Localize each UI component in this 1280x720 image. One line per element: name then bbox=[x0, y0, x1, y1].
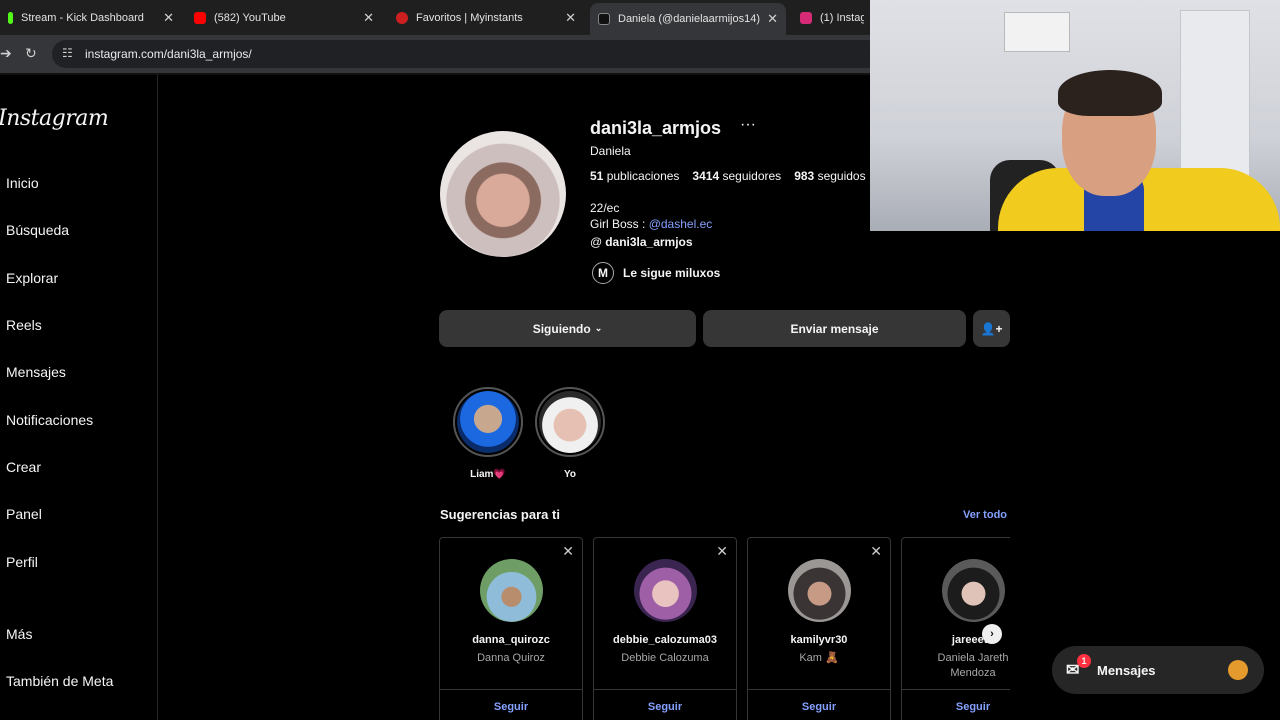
sidebar-item-explorar[interactable]: Explorar bbox=[6, 270, 58, 286]
sidebar-item-mas[interactable]: Más bbox=[6, 626, 32, 642]
address-bar[interactable]: ☷ instagram.com/dani3la_armjos/ bbox=[52, 40, 870, 68]
see-all-link[interactable]: Ver todo bbox=[963, 509, 1007, 521]
myinstants-icon bbox=[396, 12, 408, 24]
close-tab-icon[interactable]: ✕ bbox=[565, 10, 576, 26]
bio-line: 22/ec bbox=[590, 201, 620, 215]
webcam-overlay bbox=[870, 0, 1280, 231]
suggestion-avatar[interactable] bbox=[633, 559, 697, 622]
highlight-label: Yo bbox=[563, 469, 577, 480]
youtube-icon bbox=[194, 12, 206, 24]
suggestion-name: Debbie Calozuma bbox=[621, 652, 709, 664]
suggestion-name: Kam 🧸 bbox=[799, 652, 839, 664]
tiktok-icon bbox=[598, 13, 610, 25]
threads-icon: @ bbox=[590, 235, 603, 249]
follow-button[interactable]: Seguir bbox=[594, 689, 736, 713]
tab-title: (582) YouTube bbox=[214, 12, 286, 24]
suggestion-name: Danna Quiroz bbox=[477, 652, 545, 664]
highlight-label: Liam💗 bbox=[470, 469, 506, 480]
close-tab-icon[interactable]: ✕ bbox=[363, 10, 374, 26]
profile-full-name: Daniela bbox=[590, 144, 631, 158]
story-highlight[interactable]: Liam💗 bbox=[452, 387, 524, 480]
posts-count: 51 publicaciones bbox=[590, 169, 680, 183]
follow-button[interactable]: Seguir bbox=[902, 689, 1010, 713]
sidebar-item-panel[interactable]: Panel bbox=[6, 506, 42, 522]
close-tab-icon[interactable]: ✕ bbox=[767, 11, 778, 27]
threads-link[interactable]: @ dani3la_armjos bbox=[590, 235, 693, 249]
messages-pill-label: Mensajes bbox=[1097, 662, 1156, 678]
instagram-icon bbox=[800, 12, 812, 24]
follow-button[interactable]: Seguir bbox=[748, 689, 890, 713]
suggestion-name: Daniela Jareth Mendoza bbox=[937, 652, 1009, 679]
sidebar-item-reels[interactable]: Reels bbox=[6, 317, 42, 333]
browser-tab-bar: Stream - Kick Dashboard ✕ (582) YouTube … bbox=[0, 0, 870, 35]
sidebar: Instagram Inicio Búsqueda Explorar Reels… bbox=[0, 75, 158, 720]
followers-count[interactable]: 3414 seguidores bbox=[692, 169, 781, 183]
bio-line: Girl Boss : @dashel.ec bbox=[590, 217, 713, 231]
suggestion-card[interactable]: ✕ debbie_calozuma03 Debbie Calozuma Segu… bbox=[593, 537, 737, 720]
forward-icon[interactable]: ➔ bbox=[0, 45, 12, 62]
highlight-cover bbox=[539, 391, 601, 453]
browser-toolbar: ➔ ↻ ☷ instagram.com/dani3la_armjos/ bbox=[0, 35, 870, 73]
followed-by[interactable]: M Le sigue miluxos bbox=[592, 262, 720, 284]
bio-mention-link[interactable]: @dashel.ec bbox=[649, 217, 713, 231]
unread-badge: 1 bbox=[1077, 654, 1091, 668]
url-text: instagram.com/dani3la_armjos/ bbox=[85, 47, 252, 61]
browser-tab[interactable]: Favoritos | Myinstants ✕ bbox=[388, 4, 584, 32]
sidebar-item-tambien-de-meta[interactable]: También de Meta bbox=[6, 673, 113, 689]
browser-tab[interactable]: Stream - Kick Dashboard ✕ bbox=[0, 4, 182, 32]
suggestion-avatar[interactable] bbox=[941, 559, 1005, 622]
story-highlight[interactable]: Yo bbox=[534, 387, 606, 480]
chevron-down-icon: ⌄ bbox=[594, 323, 603, 333]
follow-button[interactable]: Seguir bbox=[440, 689, 582, 713]
highlight-cover bbox=[457, 391, 519, 453]
streamer-hair bbox=[1058, 70, 1162, 116]
browser-tab-active[interactable]: Daniela (@danielaarmijos14) | T ✕ bbox=[590, 3, 786, 35]
suggestion-username[interactable]: debbie_calozuma03 bbox=[594, 634, 736, 646]
profile-stats: 51 publicaciones 3414 seguidores 983 seg… bbox=[590, 169, 866, 183]
dismiss-icon[interactable]: ✕ bbox=[716, 543, 728, 560]
reload-icon[interactable]: ↻ bbox=[25, 45, 37, 62]
sidebar-item-inicio[interactable]: Inicio bbox=[6, 175, 39, 191]
send-message-button[interactable]: Enviar mensaje bbox=[703, 310, 966, 347]
browser-tab[interactable]: (582) YouTube ✕ bbox=[186, 4, 382, 32]
suggestion-card[interactable]: ✕ kamilyvr30 Kam 🧸 Seguir bbox=[747, 537, 891, 720]
messages-pill[interactable]: ✉ 1 Mensajes bbox=[1052, 646, 1264, 694]
site-settings-icon[interactable]: ☷ bbox=[62, 46, 73, 60]
browser-tab[interactable]: (1) Instagram bbox=[792, 4, 872, 32]
tab-title: Daniela (@danielaarmijos14) | T bbox=[618, 13, 762, 25]
instagram-logo[interactable]: Instagram bbox=[0, 106, 109, 131]
suggestion-avatar[interactable] bbox=[479, 559, 543, 622]
suggestion-card[interactable]: ✕ danna_quirozc Danna Quiroz Seguir bbox=[439, 537, 583, 720]
mutual-follower-avatar: M bbox=[592, 262, 614, 284]
suggestion-avatar[interactable] bbox=[787, 559, 851, 622]
add-user-icon[interactable]: 👤+ bbox=[973, 310, 1010, 347]
kick-icon bbox=[8, 12, 13, 24]
sidebar-item-busqueda[interactable]: Búsqueda bbox=[6, 222, 69, 238]
suggestion-username[interactable]: danna_quirozc bbox=[440, 634, 582, 646]
following-button[interactable]: Siguiendo ⌄ bbox=[439, 310, 696, 347]
profile-username: dani3la_armjos bbox=[590, 118, 722, 138]
air-conditioner bbox=[1004, 12, 1070, 52]
more-options-icon[interactable]: ··· bbox=[740, 116, 756, 134]
sidebar-item-notificaciones[interactable]: Notificaciones bbox=[6, 412, 93, 428]
suggestions-title: Sugerencias para ti bbox=[440, 507, 560, 522]
sidebar-item-perfil[interactable]: Perfil bbox=[6, 554, 38, 570]
dismiss-icon[interactable]: ✕ bbox=[562, 543, 574, 560]
suggestions-carousel: ✕ danna_quirozc Danna Quiroz Seguir ✕ de… bbox=[439, 537, 1010, 720]
chevron-right-icon[interactable]: › bbox=[982, 624, 1002, 644]
tab-title: (1) Instagram bbox=[820, 12, 864, 24]
sidebar-item-mensajes[interactable]: Mensajes bbox=[6, 364, 66, 380]
close-tab-icon[interactable]: ✕ bbox=[163, 10, 174, 26]
following-count[interactable]: 983 seguidos bbox=[794, 169, 865, 183]
sidebar-item-crear[interactable]: Crear bbox=[6, 459, 41, 475]
tab-title: Favoritos | Myinstants bbox=[416, 12, 523, 24]
message-avatar bbox=[1228, 660, 1248, 680]
suggestion-username[interactable]: kamilyvr30 bbox=[748, 634, 890, 646]
profile-avatar[interactable] bbox=[440, 131, 566, 257]
tab-title: Stream - Kick Dashboard bbox=[21, 12, 144, 24]
dismiss-icon[interactable]: ✕ bbox=[870, 543, 882, 560]
